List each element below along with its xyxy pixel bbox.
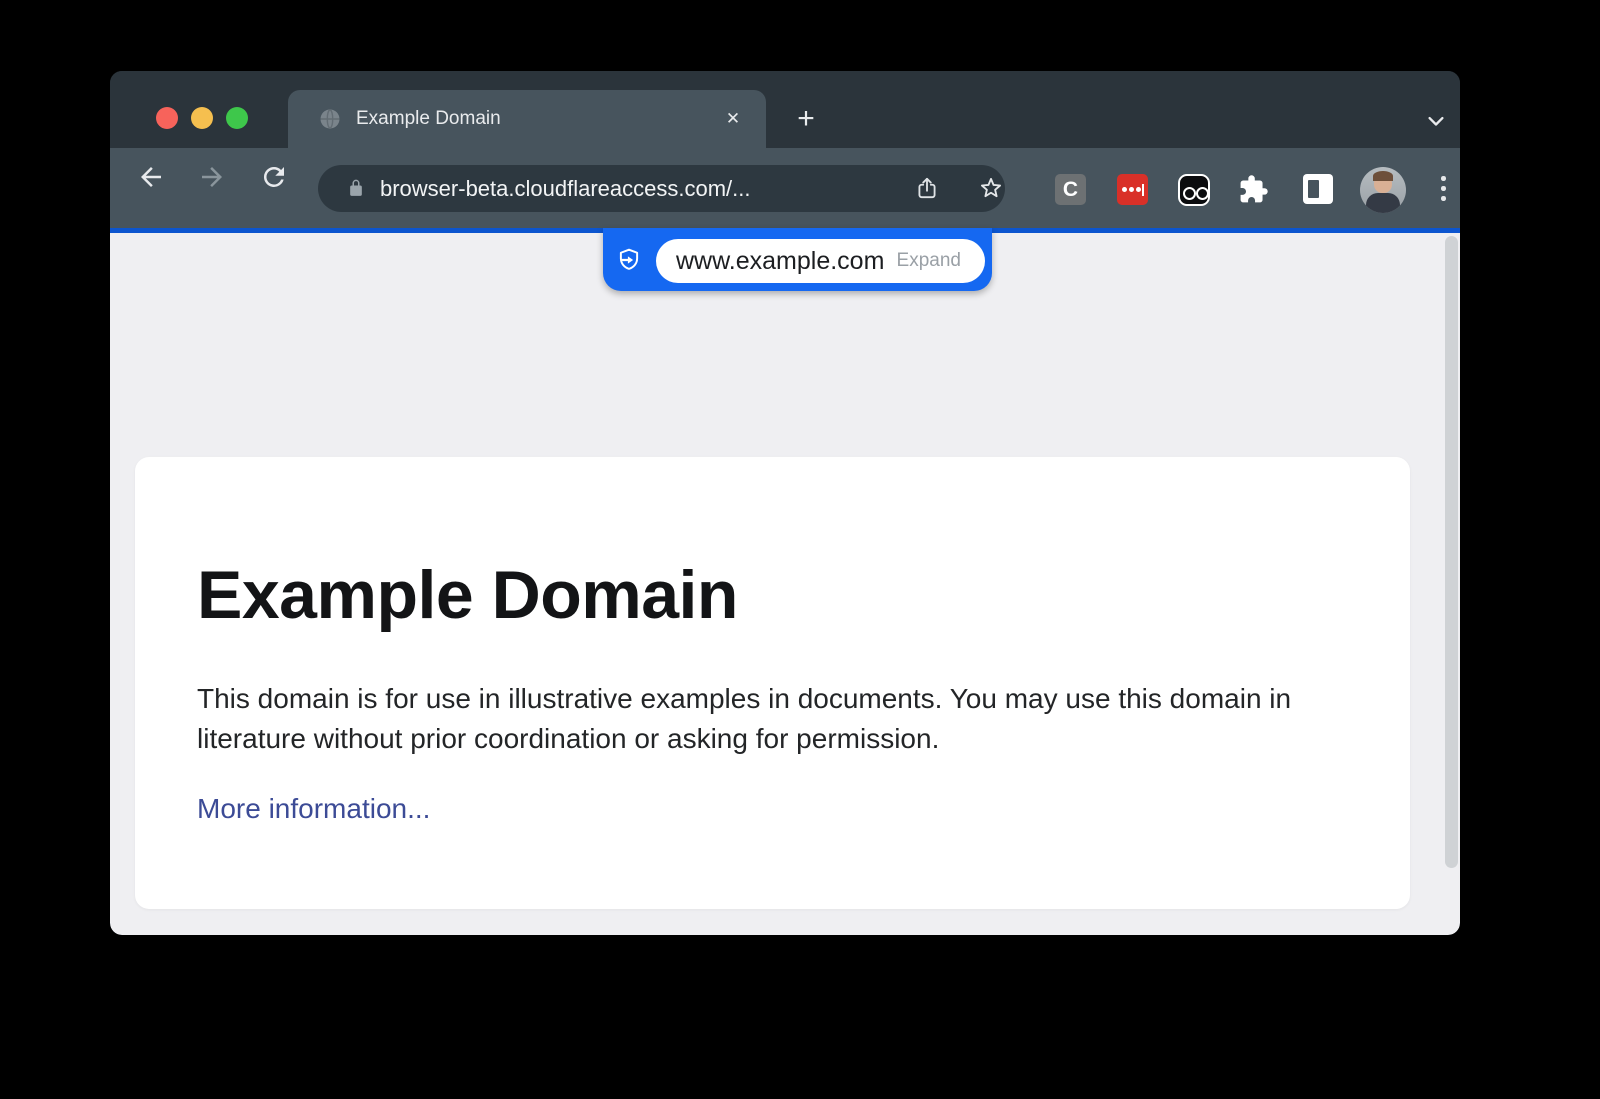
address-bar[interactable]: browser-beta.cloudflareaccess.com/...: [318, 165, 1005, 212]
more-information-link[interactable]: More information...: [197, 793, 430, 825]
globe-favicon-icon: [318, 107, 342, 131]
traffic-light-zoom-button[interactable]: [226, 107, 248, 129]
isolation-hostname: www.example.com: [676, 239, 884, 283]
tab-overflow-chevron-button[interactable]: [1422, 107, 1450, 135]
page-heading: Example Domain: [197, 561, 738, 629]
traffic-light-close-button[interactable]: [156, 107, 178, 129]
extensions-puzzle-button[interactable]: [1238, 174, 1269, 205]
profile-avatar-button[interactable]: [1360, 167, 1406, 213]
bookmark-star-icon[interactable]: [978, 175, 1004, 201]
back-button[interactable]: [136, 162, 166, 192]
active-browser-tab[interactable]: Example Domain ✕: [288, 90, 766, 148]
isolation-hostname-pill: www.example.com Expand: [656, 239, 985, 283]
avatar-hair: [1373, 171, 1393, 181]
new-tab-button[interactable]: +: [791, 105, 821, 135]
page-paragraph: This domain is for use in illustrative e…: [197, 679, 1367, 758]
tab-bar: Example Domain ✕ +: [110, 71, 1460, 148]
lastpass-dots-icon: [1122, 187, 1143, 193]
avatar-torso: [1366, 193, 1400, 213]
circle-icon: [1196, 187, 1209, 200]
isolation-url-pill: www.example.com Expand: [603, 228, 992, 291]
content-card: Example Domain This domain is for use in…: [135, 457, 1410, 909]
extension-lastpass-button[interactable]: [1117, 174, 1148, 205]
tab-close-button[interactable]: ✕: [720, 106, 746, 132]
toolbar: browser-beta.cloudflareaccess.com/... C: [110, 148, 1460, 228]
share-icon[interactable]: [914, 175, 940, 201]
browser-menu-kebab-button[interactable]: [1438, 172, 1448, 206]
page-viewport: Example Domain This domain is for use in…: [110, 233, 1460, 935]
url-text: browser-beta.cloudflareaccess.com/...: [380, 165, 751, 212]
extension-dark-circles-button[interactable]: [1178, 174, 1210, 206]
expand-button[interactable]: Expand: [897, 239, 961, 283]
vertical-scrollbar-thumb[interactable]: [1445, 236, 1458, 868]
reload-button[interactable]: [259, 162, 289, 192]
tab-title: Example Domain: [356, 90, 501, 148]
forward-button[interactable]: [197, 162, 227, 192]
browser-window: Example Domain ✕ +: [110, 71, 1460, 935]
circle-icon: [1183, 187, 1196, 200]
traffic-light-minimize-button[interactable]: [191, 107, 213, 129]
side-panel-icon: [1308, 180, 1319, 198]
side-panel-button[interactable]: [1303, 174, 1333, 204]
shield-arrow-icon: [616, 247, 642, 273]
extension-c-button[interactable]: C: [1055, 174, 1086, 205]
lock-icon[interactable]: [346, 178, 366, 198]
